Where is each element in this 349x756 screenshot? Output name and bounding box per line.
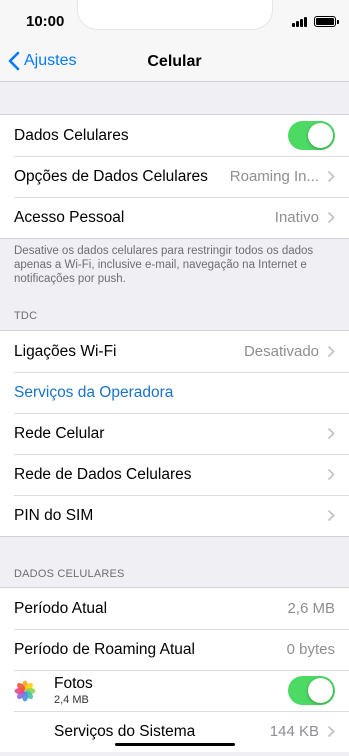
page-title: Celular — [147, 53, 202, 70]
notch — [77, 0, 273, 30]
app-row-fotos: Fotos 2,4 MB — [0, 670, 349, 711]
servicos-sistema-value: 144 KB — [269, 723, 319, 740]
opcoes-dados-row[interactable]: Opções de Dados Celulares Roaming In... — [0, 156, 349, 197]
ligacoes-wifi-row[interactable]: Ligações Wi-Fi Desativado — [0, 331, 349, 372]
app-usage: 2,4 MB — [54, 693, 89, 706]
opcoes-dados-value: Roaming In... — [229, 168, 319, 185]
acesso-pessoal-value: Inativo — [274, 209, 319, 226]
acesso-pessoal-row[interactable]: Acesso Pessoal Inativo — [0, 197, 349, 238]
periodo-atual-row: Período Atual 2,6 MB — [0, 588, 349, 629]
ligacoes-wifi-value: Desativado — [243, 343, 319, 360]
chevron-right-icon — [327, 468, 335, 481]
status-time: 10:00 — [26, 13, 65, 30]
carrier-group: Ligações Wi-Fi Desativado Serviços da Op… — [0, 330, 349, 537]
chevron-right-icon — [327, 509, 335, 522]
servicos-sistema-label: Serviços do Sistema — [54, 722, 196, 740]
servicos-operadora-link[interactable]: Serviços da Operadora — [14, 384, 173, 402]
dados-celulares-label: Dados Celulares — [14, 126, 129, 144]
pin-sim-row[interactable]: PIN do SIM — [0, 495, 349, 536]
carrier-header: TDC — [14, 310, 38, 322]
status-bar: 10:00 — [0, 0, 349, 44]
rede-celular-label: Rede Celular — [14, 424, 105, 442]
opcoes-dados-label: Opções de Dados Celulares — [14, 167, 208, 185]
ligacoes-wifi-label: Ligações Wi-Fi — [14, 342, 117, 360]
cellular-data-footer: Desative os dados celulares para restrin… — [14, 245, 314, 285]
periodo-roaming-value: 0 bytes — [286, 641, 335, 658]
periodo-atual-label: Período Atual — [14, 599, 108, 617]
navigation-bar: Ajustes Celular — [0, 44, 349, 82]
periodo-atual-value: 2,6 MB — [287, 600, 335, 617]
servicos-operadora-row[interactable]: Serviços da Operadora — [0, 372, 349, 413]
phone-screen: 10:00 Ajustes Celular Dados Celulares Op… — [0, 0, 349, 756]
chevron-right-icon — [327, 211, 335, 224]
home-indicator[interactable] — [115, 743, 235, 746]
rede-dados-label: Rede de Dados Celulares — [14, 465, 192, 483]
signal-icon — [292, 17, 310, 27]
chevron-right-icon — [327, 345, 335, 358]
chevron-right-icon — [327, 427, 335, 440]
fotos-toggle[interactable] — [288, 676, 335, 705]
chevron-right-icon — [327, 170, 335, 183]
periodo-roaming-label: Período de Roaming Atual — [14, 640, 195, 658]
dados-celulares-toggle[interactable] — [288, 121, 335, 150]
pin-sim-label: PIN do SIM — [14, 506, 94, 524]
periodo-roaming-row: Período de Roaming Atual 0 bytes — [0, 629, 349, 670]
chevron-right-icon — [327, 725, 335, 738]
rede-celular-row[interactable]: Rede Celular — [0, 413, 349, 454]
battery-icon — [314, 16, 339, 27]
cellular-data-group: Dados Celulares Opções de Dados Celulare… — [0, 114, 349, 239]
rede-dados-row[interactable]: Rede de Dados Celulares — [0, 454, 349, 495]
acesso-pessoal-label: Acesso Pessoal — [14, 208, 125, 226]
app-name: Fotos — [54, 674, 93, 692]
data-usage-group: Período Atual 2,6 MB Período de Roaming … — [0, 587, 349, 752]
photos-icon — [14, 680, 36, 701]
data-usage-header: DADOS CELULARES — [14, 568, 125, 580]
dados-celulares-row: Dados Celulares — [0, 115, 349, 156]
